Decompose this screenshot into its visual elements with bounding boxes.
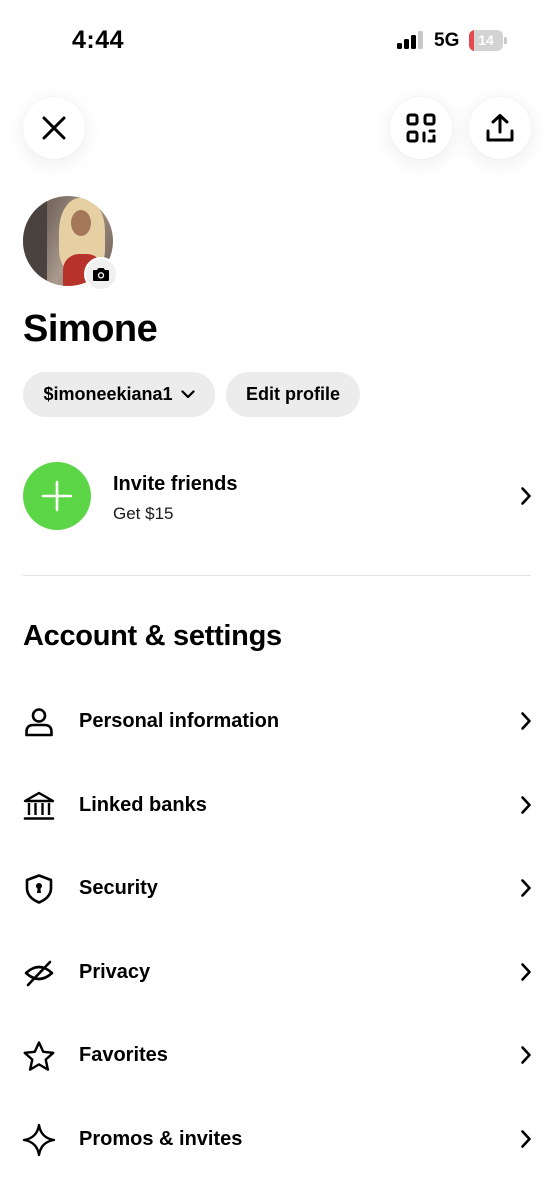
chevron-down-icon (180, 390, 195, 399)
settings-item-security[interactable]: Security (0, 856, 554, 920)
share-icon (486, 114, 514, 142)
invite-friends-row[interactable]: Invite friends Get $15 (0, 458, 554, 534)
settings-item-label: Security (79, 877, 158, 899)
settings-item-personal-information[interactable]: Personal information (0, 689, 554, 753)
settings-item-label: Favorites (79, 1044, 168, 1066)
change-photo-button[interactable] (84, 257, 118, 291)
chevron-right-icon (521, 963, 531, 981)
invite-plus-button (23, 462, 91, 530)
person-icon (22, 705, 56, 739)
settings-item-label: Privacy (79, 961, 151, 983)
close-button[interactable] (23, 97, 85, 159)
chevron-right-icon (521, 487, 531, 505)
qr-scan-icon (406, 113, 436, 143)
star-icon (22, 1039, 56, 1073)
eye-off-icon (22, 956, 56, 990)
chevron-right-icon (521, 879, 531, 897)
settings-item-promos-invites[interactable]: Promos & invites (0, 1107, 554, 1171)
edit-profile-button[interactable]: Edit profile (226, 372, 360, 417)
sparkle-icon (22, 1123, 56, 1157)
battery-icon: 14 (469, 30, 507, 51)
close-icon (42, 116, 66, 140)
status-bar: 4:44 5G 14 (0, 0, 554, 80)
chevron-right-icon (521, 1046, 531, 1064)
plus-icon (41, 480, 73, 512)
bank-icon (22, 789, 56, 823)
qr-scan-button[interactable] (390, 97, 452, 159)
settings-item-label: Personal information (79, 710, 280, 732)
shield-icon (22, 872, 56, 906)
cashtag-button[interactable]: $imoneekiana1 (23, 372, 215, 417)
signal-strength-icon (397, 31, 425, 49)
share-button[interactable] (469, 97, 531, 159)
chevron-right-icon (521, 712, 531, 730)
settings-item-label: Promos & invites (79, 1128, 243, 1150)
chevron-right-icon (521, 1130, 531, 1148)
battery-level: 14 (478, 32, 494, 48)
settings-item-label: Linked banks (79, 794, 207, 816)
invite-subtitle: Get $15 (113, 504, 174, 523)
chevron-right-icon (521, 796, 531, 814)
network-type: 5G (434, 30, 460, 51)
settings-item-favorites[interactable]: Favorites (0, 1023, 554, 1087)
profile-name: Simone (23, 308, 158, 350)
camera-icon (93, 267, 109, 281)
divider (23, 575, 531, 576)
invite-title: Invite friends (113, 473, 238, 495)
settings-item-privacy[interactable]: Privacy (0, 940, 554, 1004)
edit-profile-label: Edit profile (246, 384, 340, 404)
cashtag-label: $imoneekiana1 (43, 384, 173, 404)
settings-item-linked-banks[interactable]: Linked banks (0, 773, 554, 837)
section-title: Account & settings (23, 620, 282, 652)
status-time: 4:44 (72, 26, 125, 54)
